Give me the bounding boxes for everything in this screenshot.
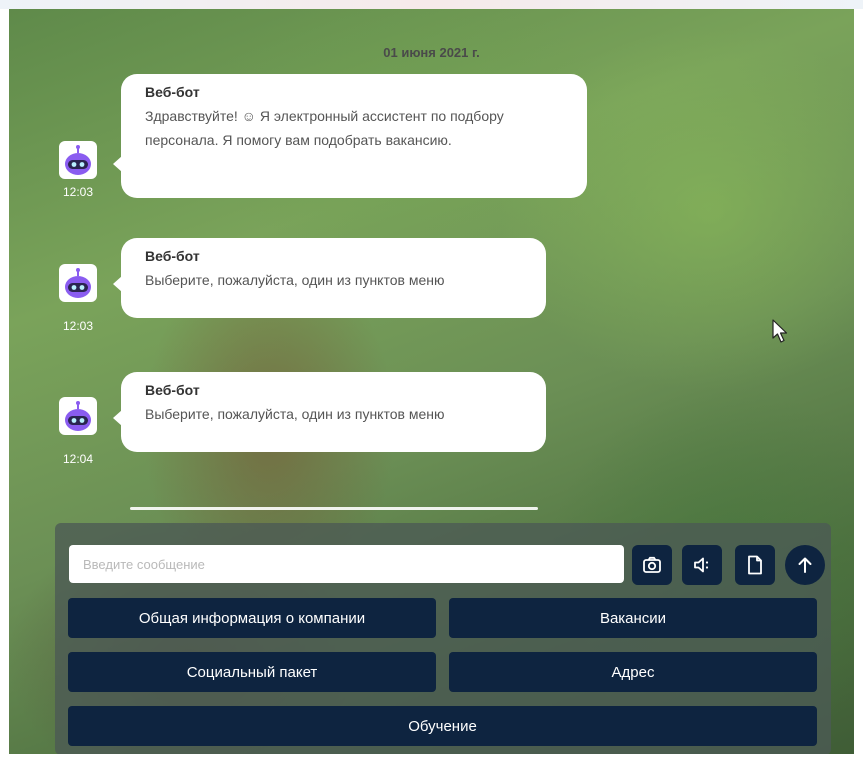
menu-button-company-info[interactable]: Общая информация о компании [68,598,436,638]
bot-icon [65,268,91,298]
avatar [59,264,97,302]
mouse-cursor-icon [772,319,788,343]
arrow-up-icon [798,557,812,573]
camera-button[interactable] [632,545,672,585]
message-time: 12:04 [62,452,94,466]
top-strip [0,0,863,9]
message-time: 12:03 [62,185,94,199]
message-text: Выберите, пожалуйста, один из пунктов ме… [145,272,445,288]
camera-icon [643,556,661,573]
menu-button-training[interactable]: Обучение [68,706,817,746]
message-time: 12:03 [62,319,94,333]
menu-button-vacancies[interactable]: Вакансии [449,598,817,638]
speaker-icon [694,557,709,573]
avatar [59,397,97,435]
next-message-edge [130,507,538,510]
file-icon [748,555,762,575]
message-bubble: Веб-бот Выберите, пожалуйста, один из пу… [113,238,546,318]
composer-panel: Общая информация о компании Вакансии Соц… [55,523,831,754]
message-input[interactable] [69,545,624,583]
sender-name: Веб-бот [145,84,200,100]
bot-icon [65,145,91,175]
avatar [59,141,97,179]
message-bubble: Веб-бот Здравствуйте! ☺ Я электронный ас… [113,74,587,198]
sender-name: Веб-бот [145,382,200,398]
message-bubble: Веб-бот Выберите, пожалуйста, один из пу… [113,372,546,452]
menu-button-address[interactable]: Адрес [449,652,817,692]
date-separator: 01 июня 2021 г. [383,45,480,60]
menu-button-social-package[interactable]: Социальный пакет [68,652,436,692]
attach-file-button[interactable] [735,545,775,585]
message-text: Выберите, пожалуйста, один из пунктов ме… [145,406,445,422]
send-button[interactable] [785,545,825,585]
voice-button[interactable] [682,545,722,585]
bot-icon [65,401,91,431]
chat-window: 01 июня 2021 г. 12:03 Веб-бот Здравствуй… [9,9,854,754]
message-text: Здравствуйте! ☺ Я электронный ассистент … [145,108,504,148]
sender-name: Веб-бот [145,248,200,264]
